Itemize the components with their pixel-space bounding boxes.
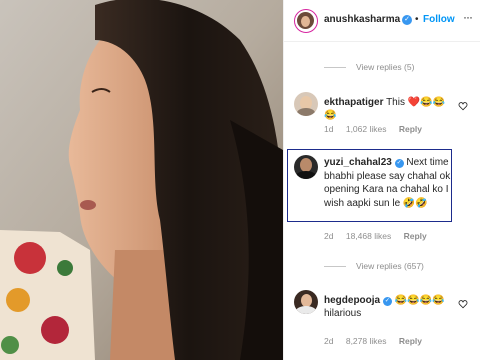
likes-count[interactable]: 1,062 likes xyxy=(346,124,387,134)
comment-text: ekthapatiger This ❤️😂😂😂 xyxy=(324,97,446,121)
commenter-avatar[interactable] xyxy=(294,290,318,314)
post-header: anushkasharma ✓ • Follow ··· xyxy=(284,0,480,42)
verified-badge-icon: ✓ xyxy=(402,15,412,25)
post-photo xyxy=(0,0,283,360)
reply-button[interactable]: Reply xyxy=(399,124,422,134)
reply-button[interactable]: Reply xyxy=(404,231,427,241)
comment-meta: 1d 1,062 likes Reply xyxy=(324,124,423,134)
comment-username[interactable]: hegdepooja xyxy=(324,295,380,306)
follow-button[interactable]: Follow xyxy=(423,14,455,25)
separator-dot: • xyxy=(415,14,419,25)
view-replies-button[interactable]: View replies (657) xyxy=(324,261,424,271)
replies-line xyxy=(324,265,346,267)
comment-username[interactable]: ekthapatiger xyxy=(324,97,383,108)
commenter-avatar[interactable] xyxy=(294,92,318,116)
like-heart-icon[interactable] xyxy=(458,101,468,111)
portrait-illustration xyxy=(0,0,283,360)
like-heart-icon[interactable] xyxy=(458,299,468,309)
more-options-icon[interactable]: ··· xyxy=(463,10,473,24)
replies-line xyxy=(324,66,346,68)
comment-meta: 2d 18,468 likes Reply xyxy=(324,231,427,241)
reply-button[interactable]: Reply xyxy=(399,336,422,346)
author-username[interactable]: anushkasharma xyxy=(324,14,400,25)
view-replies-button[interactable]: View replies (5) xyxy=(324,62,414,72)
likes-count[interactable]: 8,278 likes xyxy=(346,336,387,346)
comment-highlight-box xyxy=(287,149,452,222)
comment-meta: 2d 8,278 likes Reply xyxy=(324,336,423,346)
author-avatar[interactable] xyxy=(294,9,318,33)
likes-count[interactable]: 18,468 likes xyxy=(346,231,391,241)
verified-badge-icon: ✓ xyxy=(382,297,392,306)
comment-text: hegdepooja ✓ 😂😂😂😂 hilarious xyxy=(324,295,445,319)
